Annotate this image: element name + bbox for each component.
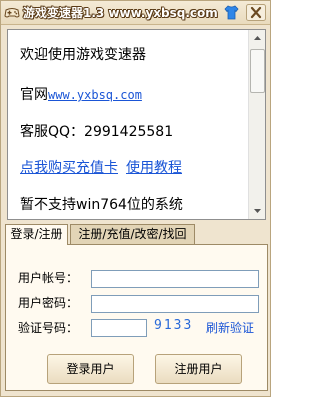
- close-icon[interactable]: [246, 4, 266, 21]
- scroll-down-icon[interactable]: [249, 202, 266, 219]
- warning-text: 暂不支持win764位的系统: [20, 197, 183, 213]
- title-bar[interactable]: 游戏变速器1.3 www.yxbsq.com: [1, 1, 270, 25]
- login-button[interactable]: 登录用户: [47, 354, 134, 384]
- register-button[interactable]: 注册用户: [155, 354, 242, 384]
- captcha-label: 验证号码：: [18, 321, 79, 335]
- tab-login-register[interactable]: 登录/注册: [5, 224, 68, 245]
- password-input[interactable]: [91, 295, 259, 313]
- website-label: 官网: [20, 87, 48, 103]
- window-title: 游戏变速器1.3 www.yxbsq.com: [23, 6, 218, 20]
- website-link[interactable]: www.yxbsq.com: [48, 88, 142, 102]
- password-label: 用户密码：: [18, 296, 79, 310]
- username-label: 用户帐号：: [18, 271, 79, 285]
- game-controller-icon: [4, 8, 20, 18]
- shirt-icon[interactable]: [223, 4, 240, 21]
- website-row: 官网www.yxbsq.com: [20, 85, 142, 105]
- captcha-input[interactable]: [91, 319, 147, 337]
- tutorial-link[interactable]: 使用教程: [126, 160, 182, 176]
- welcome-text: 欢迎使用游戏变速器: [20, 47, 146, 63]
- links-row: 点我购买充值卡 使用教程: [20, 158, 182, 178]
- app-window: 游戏变速器1.3 www.yxbsq.com 欢迎使用游戏变速器 官网www.y…: [0, 0, 271, 397]
- notice-panel: 欢迎使用游戏变速器 官网www.yxbsq.com 客服QQ：299142558…: [7, 29, 266, 220]
- username-input[interactable]: [91, 270, 259, 288]
- login-form: 用户帐号： 用户密码： 验证号码： 9133 刷新验证 登录用户 注册用户: [5, 244, 268, 391]
- support-qq-text: 客服QQ：2991425581: [20, 124, 174, 140]
- notice-content: 欢迎使用游戏变速器 官网www.yxbsq.com 客服QQ：299142558…: [8, 30, 248, 219]
- refresh-captcha-link[interactable]: 刷新验证: [206, 319, 254, 337]
- notice-scrollbar[interactable]: [248, 30, 265, 219]
- scrollbar-thumb[interactable]: [250, 49, 265, 93]
- tab-register-recharge[interactable]: 注册/充值/改密/找回: [70, 224, 195, 244]
- scroll-up-icon[interactable]: [249, 30, 266, 47]
- buy-card-link[interactable]: 点我购买充值卡: [20, 160, 118, 176]
- captcha-code: 9133: [154, 318, 194, 333]
